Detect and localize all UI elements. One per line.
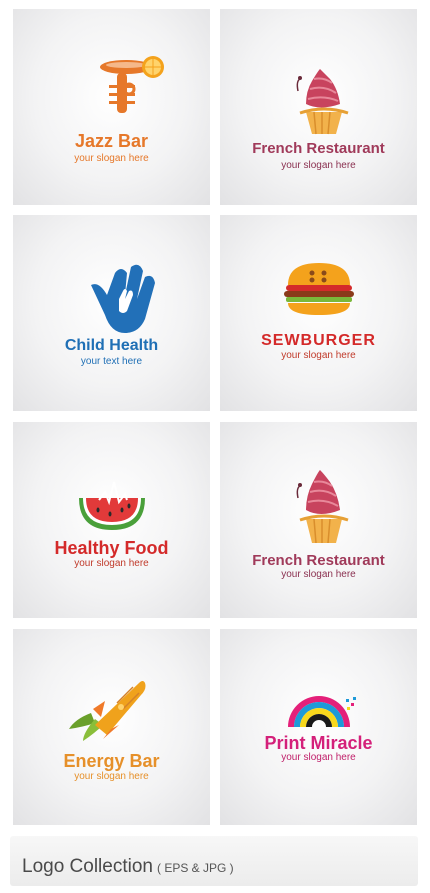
logo-name: French Restaurant: [252, 140, 385, 157]
logo-name: Child Health: [64, 337, 159, 354]
logo-card-jazz-bar: Jazz Bar your slogan here: [13, 9, 210, 205]
logo-name: Print Miracle: [264, 733, 373, 753]
logo-name: Healthy Food: [54, 538, 169, 558]
logo-slogan: your slogan here: [281, 160, 356, 171]
logo-slogan: your slogan here: [281, 569, 356, 580]
cupcake-icon: [296, 69, 349, 135]
cupcake-icon: [296, 470, 349, 544]
rocket-icon: [69, 681, 146, 741]
logo-slogan: your slogan here: [281, 350, 356, 361]
logo-slogan: your slogan here: [74, 771, 149, 782]
logo-name: SEWBURGER: [261, 332, 376, 349]
burger-icon: [284, 263, 354, 315]
logo-name: French Restaurant: [252, 552, 385, 569]
hand-icon: [91, 264, 155, 333]
logo-card-energy-bar: Energy Bar your slogan here: [13, 629, 210, 825]
logo-name: Energy Bar: [63, 751, 160, 771]
collection-footer: Logo Collection( EPS & JPG ): [10, 836, 418, 886]
logo-slogan: your slogan here: [74, 558, 149, 569]
trumpet-lemon-icon: [100, 56, 164, 113]
logo-card-healthy-food: Healthy Food your slogan here: [13, 422, 210, 618]
watermelon-icon: [79, 481, 145, 530]
rainbow-icon: [288, 696, 356, 727]
collection-title: Logo Collection: [22, 856, 153, 877]
logo-card-child-health: Child Health your text here: [13, 215, 210, 411]
footer-title-line: Logo Collection( EPS & JPG ): [22, 856, 234, 878]
logo-name: Jazz Bar: [74, 131, 149, 151]
logo-card-print-miracle: Print Miracle your slogan here: [220, 629, 417, 825]
logo-slogan: your text here: [80, 356, 143, 367]
logo-card-french-restaurant: French Restaurant your slogan here: [220, 9, 417, 205]
collection-format: ( EPS & JPG ): [156, 861, 234, 875]
logo-slogan: your slogan here: [74, 153, 149, 164]
logo-slogan: your slogan here: [281, 752, 356, 763]
logo-card-sewburger: SEWBURGER your slogan here: [220, 215, 417, 411]
logo-card-french-restaurant: French Restaurant your slogan here: [220, 422, 417, 618]
